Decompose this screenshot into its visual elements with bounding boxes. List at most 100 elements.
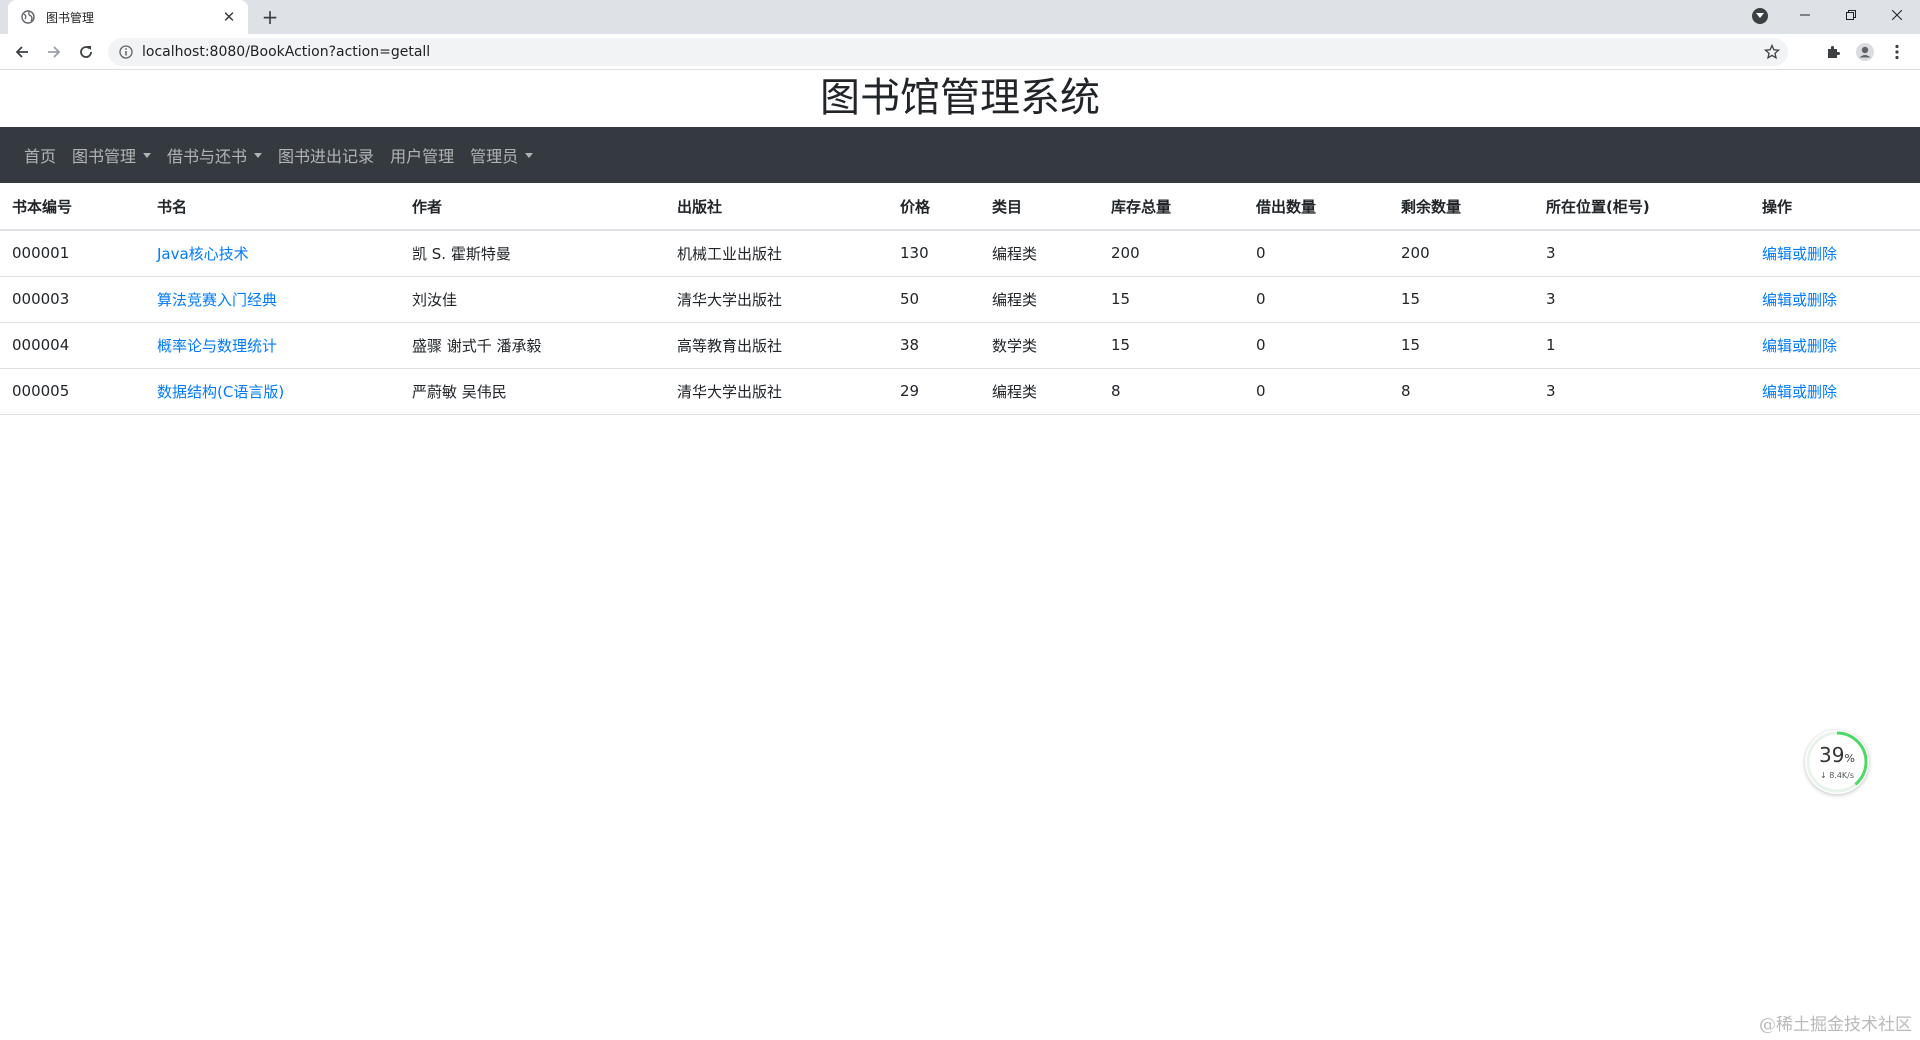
usage-percent-unit: % <box>1844 751 1855 765</box>
cell-author: 凯 S. 霍斯特曼 <box>400 230 665 277</box>
header-author: 作者 <box>400 184 665 231</box>
caret-down-icon <box>254 152 263 158</box>
bookmark-star-icon[interactable] <box>1762 42 1782 62</box>
nav-admin-label: 管理员 <box>470 147 519 166</box>
header-category: 类目 <box>980 184 1099 231</box>
close-icon[interactable] <box>1874 0 1920 30</box>
cell-category: 编程类 <box>980 368 1099 415</box>
cell-borrowed: 0 <box>1244 322 1389 369</box>
cell-location: 3 <box>1534 368 1750 415</box>
cell-total-stock: 15 <box>1099 276 1244 323</box>
cell-publisher: 清华大学出版社 <box>665 276 888 323</box>
cell-author: 严蔚敏 吴伟民 <box>400 368 665 415</box>
cell-book-id: 000005 <box>0 368 145 415</box>
cell-title: 数据结构(C语言版) <box>145 368 400 415</box>
header-location: 所在位置(柜号) <box>1534 184 1750 231</box>
info-icon[interactable] <box>118 44 134 60</box>
cell-publisher: 高等教育出版社 <box>665 322 888 369</box>
profile-avatar-icon[interactable] <box>1854 41 1876 63</box>
cell-location: 3 <box>1534 276 1750 323</box>
cell-remaining: 15 <box>1389 322 1534 369</box>
table-row: 000004 概率论与数理统计 盛骤 谢式千 潘承毅 高等教育出版社 38 数学… <box>0 322 1920 369</box>
back-arrow-icon[interactable] <box>10 40 34 64</box>
forward-arrow-icon[interactable] <box>42 40 66 64</box>
url-text[interactable]: localhost:8080/BookAction?action=getall <box>142 44 1762 60</box>
cell-book-id: 000004 <box>0 322 145 369</box>
book-title-link[interactable]: 概率论与数理统计 <box>157 337 277 355</box>
cell-remaining: 8 <box>1389 368 1534 415</box>
new-tab-icon[interactable]: + <box>258 5 282 29</box>
restore-icon[interactable] <box>1828 0 1874 30</box>
caret-down-icon <box>525 152 534 158</box>
usage-percent-value: 39 <box>1819 742 1845 767</box>
tab-title: 图书管理 <box>46 10 95 25</box>
edit-delete-link[interactable]: 编辑或删除 <box>1762 291 1837 309</box>
nav-book-records-label: 图书进出记录 <box>278 147 375 166</box>
page-title: 图书馆管理系统 <box>820 75 1100 121</box>
cell-price: 29 <box>888 368 980 415</box>
network-speed-widget[interactable]: 39% ↓ 8.4K/s <box>1805 730 1869 794</box>
minimize-icon[interactable] <box>1782 0 1828 30</box>
cell-book-id: 000001 <box>0 230 145 277</box>
tab-search-icon[interactable] <box>1752 8 1768 24</box>
header-remaining: 剩余数量 <box>1389 184 1534 231</box>
cell-book-id: 000003 <box>0 276 145 323</box>
cell-price: 38 <box>888 322 980 369</box>
edit-delete-link[interactable]: 编辑或删除 <box>1762 245 1837 263</box>
table-row: 000005 数据结构(C语言版) 严蔚敏 吴伟民 清华大学出版社 29 编程类… <box>0 368 1920 415</box>
cell-total-stock: 15 <box>1099 322 1244 369</box>
cell-actions: 编辑或删除 <box>1750 322 1920 369</box>
cell-borrowed: 0 <box>1244 276 1389 323</box>
browser-tab[interactable]: 图书管理 ✕ <box>8 0 248 34</box>
nav-admin[interactable]: 管理员 <box>462 135 541 175</box>
edit-delete-link[interactable]: 编辑或删除 <box>1762 337 1837 355</box>
browser-menu-icon[interactable] <box>1886 41 1908 63</box>
cell-author: 刘汝佳 <box>400 276 665 323</box>
nav-borrow-return[interactable]: 借书与还书 <box>159 135 270 175</box>
cell-publisher: 清华大学出版社 <box>665 368 888 415</box>
table-header-row: 书本编号 书名 作者 出版社 价格 类目 库存总量 借出数量 剩余数量 所在位置… <box>0 184 1920 231</box>
edit-delete-link[interactable]: 编辑或删除 <box>1762 383 1837 401</box>
nav-home[interactable]: 首页 <box>16 135 64 175</box>
book-title-link[interactable]: 算法竞赛入门经典 <box>157 291 277 309</box>
nav-user-management-label: 用户管理 <box>390 147 455 166</box>
header-publisher: 出版社 <box>665 184 888 231</box>
nav-book-records[interactable]: 图书进出记录 <box>270 135 382 175</box>
cell-publisher: 机械工业出版社 <box>665 230 888 277</box>
extensions-puzzle-icon[interactable] <box>1822 41 1844 63</box>
cell-title: 算法竞赛入门经典 <box>145 276 400 323</box>
cell-actions: 编辑或删除 <box>1750 230 1920 277</box>
cell-category: 数学类 <box>980 322 1099 369</box>
usage-percent: 39% <box>1819 745 1855 769</box>
browser-toolbar: localhost:8080/BookAction?action=getall <box>0 34 1920 70</box>
address-bar[interactable]: localhost:8080/BookAction?action=getall <box>108 38 1788 66</box>
header-actions: 操作 <box>1750 184 1920 231</box>
globe-icon <box>20 9 36 25</box>
cell-author: 盛骤 谢式千 潘承毅 <box>400 322 665 369</box>
main-navbar: 首页 图书管理 借书与还书 图书进出记录 用户管理 管理员 <box>0 127 1920 183</box>
header-title: 书名 <box>145 184 400 231</box>
book-title-link[interactable]: 数据结构(C语言版) <box>157 383 284 401</box>
nav-book-management[interactable]: 图书管理 <box>64 135 159 175</box>
cell-category: 编程类 <box>980 230 1099 277</box>
nav-user-management[interactable]: 用户管理 <box>382 135 462 175</box>
header-total-stock: 库存总量 <box>1099 184 1244 231</box>
close-tab-icon[interactable]: ✕ <box>220 8 238 26</box>
cell-total-stock: 8 <box>1099 368 1244 415</box>
watermark: @稀土掘金技术社区 <box>1759 1015 1912 1035</box>
caret-down-icon <box>143 152 152 158</box>
cell-title: Java核心技术 <box>145 230 400 277</box>
table-row: 000003 算法竞赛入门经典 刘汝佳 清华大学出版社 50 编程类 15 0 … <box>0 276 1920 323</box>
header-book-id: 书本编号 <box>0 184 145 231</box>
cell-location: 1 <box>1534 322 1750 369</box>
cell-price: 130 <box>888 230 980 277</box>
header-borrowed: 借出数量 <box>1244 184 1389 231</box>
cell-title: 概率论与数理统计 <box>145 322 400 369</box>
cell-remaining: 200 <box>1389 230 1534 277</box>
cell-category: 编程类 <box>980 276 1099 323</box>
nav-borrow-return-label: 借书与还书 <box>167 147 248 166</box>
window-controls <box>1782 0 1920 30</box>
reload-icon[interactable] <box>74 40 98 64</box>
table-row: 000001 Java核心技术 凯 S. 霍斯特曼 机械工业出版社 130 编程… <box>0 230 1920 277</box>
book-title-link[interactable]: Java核心技术 <box>157 245 249 263</box>
